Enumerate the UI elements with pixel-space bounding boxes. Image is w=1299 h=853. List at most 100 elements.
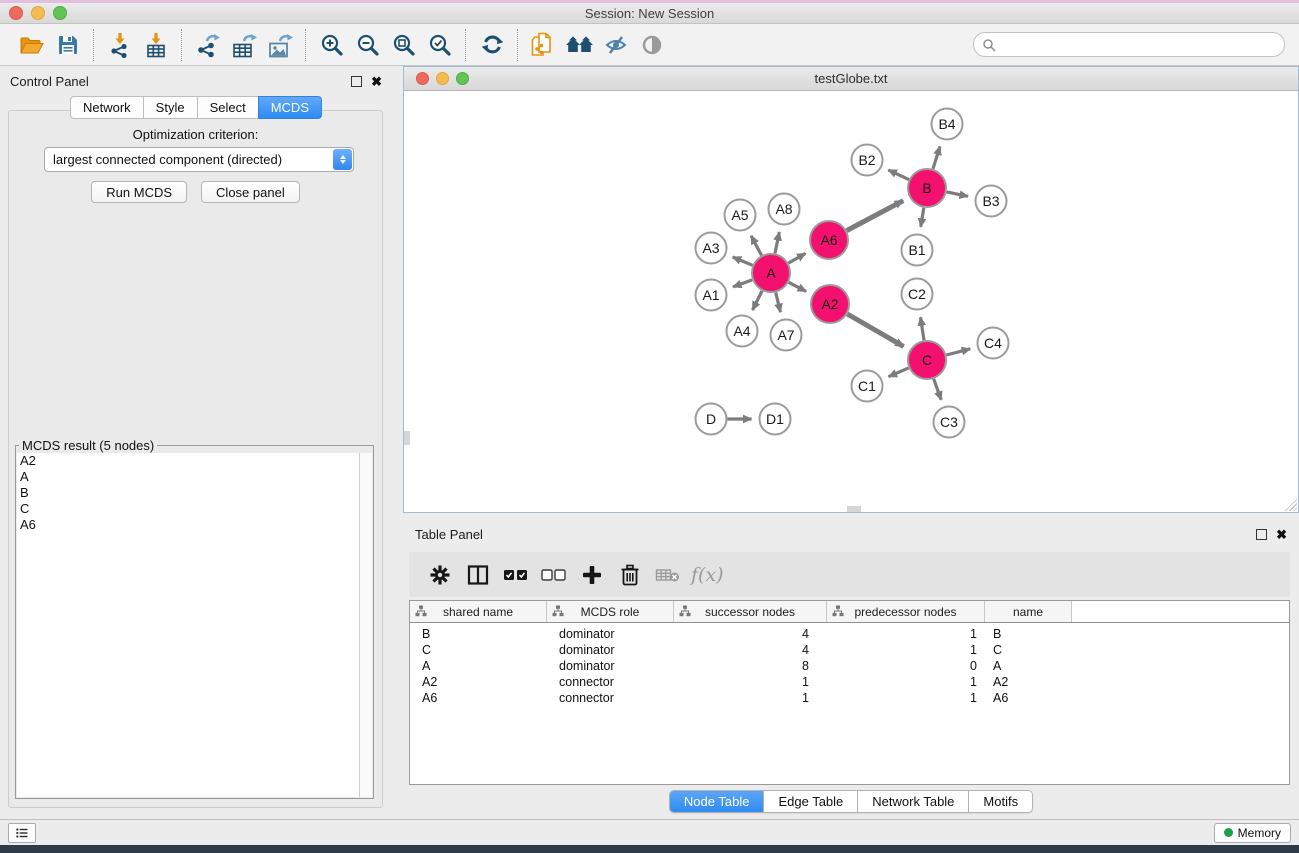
table-row[interactable]: Cdominator41C (410, 642, 1289, 658)
import-network-icon[interactable] (102, 28, 138, 62)
graph-node-A1[interactable]: A1 (696, 280, 727, 311)
graph-edge-A-A7[interactable] (776, 292, 781, 312)
mcds-result-list[interactable]: A2ABCA6 (17, 453, 360, 797)
export-image-icon[interactable] (262, 28, 298, 62)
graph-edge-B-B3[interactable] (947, 192, 968, 196)
column-header-MCDS-role[interactable]: MCDS role (547, 601, 674, 622)
column-header-predecessor-nodes[interactable]: predecessor nodes (827, 601, 985, 622)
graph-node-B[interactable]: B (908, 169, 946, 207)
graph-edge-A-A8[interactable] (775, 232, 779, 253)
graph-node-B3[interactable]: B3 (976, 186, 1007, 217)
canvas-hscroll-nub[interactable] (847, 506, 861, 512)
table-row[interactable]: A6connector11A6 (410, 690, 1289, 706)
graph-edge-A-A6[interactable] (788, 253, 805, 263)
graph-node-B2[interactable]: B2 (852, 145, 883, 176)
memory-button[interactable]: Memory (1214, 823, 1291, 843)
import-table-icon[interactable] (138, 28, 174, 62)
list-item[interactable]: A (17, 469, 359, 485)
gear-icon[interactable] (423, 558, 457, 592)
column-header-shared-name[interactable]: shared name (410, 601, 547, 622)
graph-edge-C-C3[interactable] (934, 379, 941, 400)
graph-node-D[interactable]: D (696, 404, 727, 435)
zoom-out-icon[interactable] (350, 28, 386, 62)
float-table-panel-icon[interactable] (1256, 529, 1267, 540)
tab-edge-table[interactable]: Edge Table (764, 791, 858, 812)
graph-edge-A-A3[interactable] (733, 257, 753, 265)
graph-node-B1[interactable]: B1 (902, 235, 933, 266)
list-item[interactable]: B (17, 485, 359, 501)
close-table-panel-icon[interactable]: ✖ (1276, 530, 1287, 539)
result-scrollbar[interactable] (360, 453, 372, 797)
hide-icon[interactable] (598, 28, 634, 62)
graph-node-A8[interactable]: A8 (769, 194, 800, 225)
float-panel-icon[interactable] (351, 76, 362, 87)
close-panel-button[interactable]: Close panel (201, 181, 300, 203)
canvas-vscroll-nub[interactable] (404, 431, 410, 445)
add-column-icon[interactable] (575, 558, 609, 592)
close-panel-icon[interactable]: ✖ (371, 77, 382, 86)
graph-edge-A6-B[interactable] (847, 201, 903, 231)
network-document-icon[interactable] (526, 28, 562, 62)
graph-edge-A2-C[interactable] (847, 314, 903, 347)
criterion-select[interactable]: largest connected component (directed) (44, 147, 354, 172)
graph-node-B4[interactable]: B4 (932, 109, 963, 140)
home-icon[interactable] (562, 28, 598, 62)
graph-edge-B-B4[interactable] (933, 146, 940, 168)
list-item[interactable]: A2 (17, 453, 359, 469)
graph-edge-C-C4[interactable] (946, 349, 970, 355)
graph-node-C[interactable]: C (908, 341, 946, 379)
open-icon[interactable] (14, 28, 50, 62)
function-icon[interactable]: f(x) (691, 564, 724, 586)
tab-network-table[interactable]: Network Table (858, 791, 969, 812)
graph-node-D1[interactable]: D1 (760, 404, 791, 435)
table-row[interactable]: A2connector11A2 (410, 674, 1289, 690)
column-header-name[interactable]: name (985, 601, 1072, 622)
tab-style[interactable]: Style (143, 96, 197, 119)
graph-edge-A-A1[interactable] (733, 280, 752, 287)
select-all-icon[interactable] (499, 558, 533, 592)
tab-network[interactable]: Network (70, 96, 143, 119)
tab-motifs[interactable]: Motifs (969, 791, 1032, 812)
graph-edge-B-B2[interactable] (888, 170, 909, 180)
table-row[interactable]: Adominator80A (410, 658, 1289, 674)
graph-node-A7[interactable]: A7 (771, 320, 802, 351)
graph-edge-A-A4[interactable] (753, 291, 763, 310)
graph-node-C4[interactable]: C4 (978, 328, 1009, 359)
list-item[interactable]: C (17, 501, 359, 517)
export-table-icon[interactable] (226, 28, 262, 62)
graph-node-A2[interactable]: A2 (811, 285, 849, 323)
run-mcds-button[interactable]: Run MCDS (91, 181, 187, 203)
zoom-in-icon[interactable] (314, 28, 350, 62)
zoom-selected-icon[interactable] (422, 28, 458, 62)
graph-node-A[interactable]: A (752, 254, 790, 292)
search-field[interactable] (973, 32, 1285, 57)
graph-edge-C-C1[interactable] (889, 368, 909, 377)
delete-table-icon[interactable] (651, 558, 685, 592)
refresh-icon[interactable] (474, 28, 510, 62)
network-canvas[interactable]: AA1A2A3A4A5A6A7A8BB1B2B3B4CC1C2C3C4DD1 (404, 91, 1298, 512)
export-network-icon[interactable] (190, 28, 226, 62)
graph-node-A3[interactable]: A3 (696, 233, 727, 264)
search-input[interactable] (1001, 37, 1276, 53)
show-icon[interactable] (634, 28, 670, 62)
graph-node-C2[interactable]: C2 (902, 279, 933, 310)
column-header-successor-nodes[interactable]: successor nodes (674, 601, 827, 622)
graph-node-C1[interactable]: C1 (852, 371, 883, 402)
save-icon[interactable] (50, 28, 86, 62)
delete-icon[interactable] (613, 558, 647, 592)
tab-mcds[interactable]: MCDS (258, 96, 322, 119)
graph-node-A5[interactable]: A5 (725, 200, 756, 231)
deselect-all-icon[interactable] (537, 558, 571, 592)
zoom-fit-icon[interactable] (386, 28, 422, 62)
graph-edge-A-A5[interactable] (751, 236, 761, 256)
graph-edge-A-A2[interactable] (789, 282, 806, 291)
tab-node-table[interactable]: Node Table (670, 791, 765, 812)
table-row[interactable]: Bdominator41B (410, 626, 1289, 642)
panel-list-icon[interactable] (8, 823, 36, 843)
node-table[interactable]: shared nameMCDS rolesuccessor nodesprede… (409, 600, 1290, 785)
tab-select[interactable]: Select (197, 96, 258, 119)
list-item[interactable]: A6 (17, 517, 359, 533)
graph-edge-B-B1[interactable] (921, 208, 924, 227)
graph-node-C3[interactable]: C3 (934, 407, 965, 438)
graph-node-A4[interactable]: A4 (727, 316, 758, 347)
